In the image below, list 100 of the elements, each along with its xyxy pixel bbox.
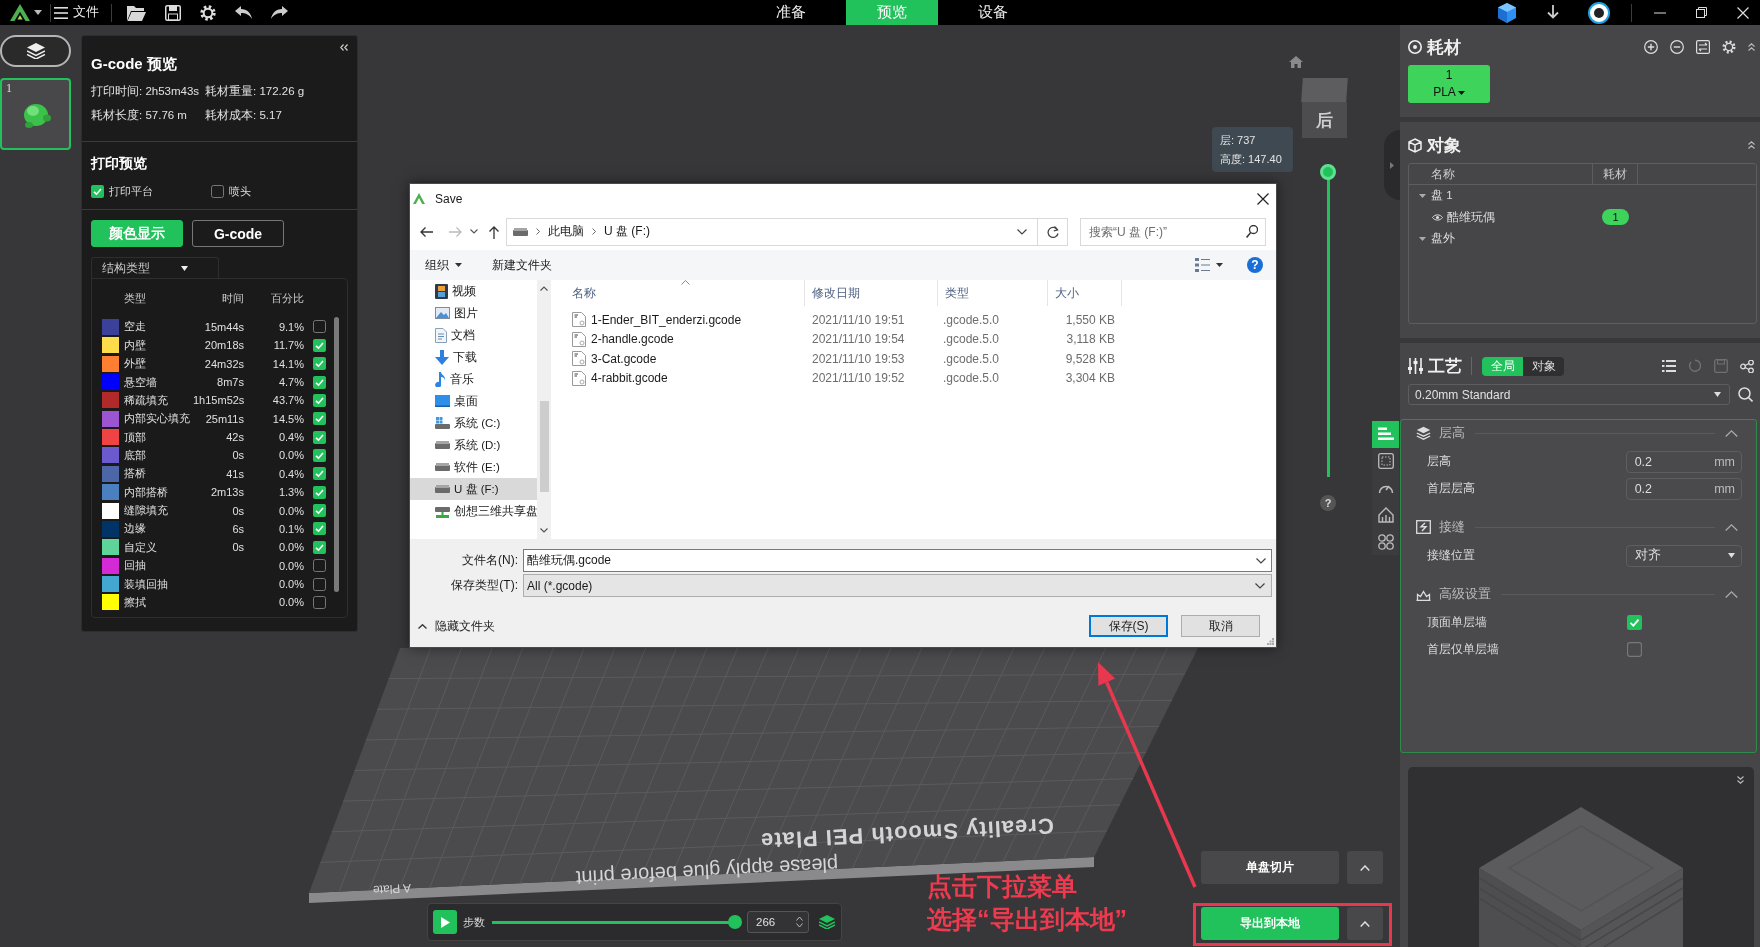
checkbox[interactable] xyxy=(91,184,104,198)
caret-icon[interactable] xyxy=(1216,263,1223,267)
column-header[interactable]: 修改日期 xyxy=(805,280,938,306)
app-logo-icon[interactable] xyxy=(10,4,30,21)
settings-icon[interactable] xyxy=(1722,40,1736,54)
double-chevron-down-icon[interactable] xyxy=(1737,776,1744,784)
file-type-dropdown[interactable]: All (*.gcode) xyxy=(523,574,1272,597)
panel-collapse-handle[interactable] xyxy=(1384,130,1400,200)
file-name[interactable]: 2-handle.gcode xyxy=(591,332,674,347)
nav-item[interactable]: 音乐 xyxy=(410,368,537,390)
checkbox[interactable] xyxy=(313,449,326,462)
chevron-up-icon[interactable] xyxy=(1725,429,1738,437)
checkbox[interactable] xyxy=(1627,615,1642,630)
file-name[interactable]: 1-Ender_BIT_enderzi.gcode xyxy=(591,312,742,327)
double-chevron-up-icon[interactable] xyxy=(1748,141,1755,149)
nav-item[interactable]: U 盘 (F:) xyxy=(410,478,537,500)
slider-handle[interactable] xyxy=(728,915,742,929)
breadcrumb-item[interactable]: 此电脑 xyxy=(548,223,584,240)
save-button[interactable]: 保存(S) xyxy=(1089,615,1168,637)
checkbox[interactable] xyxy=(313,467,326,481)
layers-button[interactable] xyxy=(0,35,71,67)
checkbox[interactable] xyxy=(313,357,326,371)
slice-plate-button[interactable]: 单盘切片 xyxy=(1201,851,1339,884)
checkbox[interactable] xyxy=(313,375,326,389)
home-icon[interactable] xyxy=(1289,56,1303,68)
filament-slot-button[interactable]: 1 PLA xyxy=(1408,65,1490,103)
checkbox[interactable] xyxy=(313,485,326,499)
chevron-up-icon[interactable] xyxy=(1725,523,1738,531)
checkbox[interactable] xyxy=(313,540,326,554)
hide-folders-button[interactable]: 隐藏文件夹 xyxy=(418,617,495,635)
remove-icon[interactable] xyxy=(1670,40,1684,54)
nav-item[interactable]: 视频 xyxy=(410,280,537,302)
nav-item[interactable]: 系统 (D:) xyxy=(410,434,537,456)
dropdown-chevron-icon[interactable] xyxy=(1255,582,1265,589)
checkbox[interactable] xyxy=(313,504,326,518)
column-header[interactable]: 大小 xyxy=(1048,280,1122,306)
tree-item[interactable]: 盘外 xyxy=(1409,231,1593,247)
help-button[interactable]: ? xyxy=(1247,257,1263,273)
address-bar[interactable]: 此电脑 U 盘 (F:) xyxy=(506,217,1068,246)
search-icon[interactable] xyxy=(1738,387,1753,402)
list-icon[interactable] xyxy=(1662,360,1676,372)
checkbox[interactable] xyxy=(313,595,326,609)
resize-grip-icon[interactable] xyxy=(1267,638,1274,645)
scope-tab[interactable]: 对象 xyxy=(1523,356,1564,376)
swap-icon[interactable] xyxy=(1696,40,1710,54)
column-header[interactable]: 名称 xyxy=(551,280,805,306)
caret-icon[interactable] xyxy=(34,10,42,15)
scrollbar[interactable] xyxy=(334,317,339,592)
redo-icon[interactable] xyxy=(271,6,288,19)
column-header[interactable]: 类型 xyxy=(938,280,1048,306)
checkbox[interactable] xyxy=(211,184,224,198)
tree-item[interactable]: 酷维玩偶 xyxy=(1409,209,1593,225)
double-chevron-up-icon[interactable] xyxy=(1748,43,1755,51)
minimize-icon[interactable] xyxy=(1654,11,1666,14)
preset-dropdown[interactable]: 0.20mm Standard xyxy=(1408,384,1730,405)
mode-tab[interactable]: 准备 xyxy=(745,0,837,25)
download-icon[interactable] xyxy=(1547,5,1559,20)
checkbox[interactable] xyxy=(313,338,326,352)
caret-icon[interactable] xyxy=(470,229,478,234)
step-number-field[interactable]: 266 xyxy=(747,911,809,933)
avatar-icon[interactable] xyxy=(1588,1,1610,24)
toolbar-button[interactable]: 新建文件夹 xyxy=(492,256,552,274)
file-name-field[interactable]: 酷维玩偶.gcode xyxy=(523,549,1272,572)
checkbox[interactable] xyxy=(313,320,326,334)
checkbox[interactable] xyxy=(313,522,326,536)
tree-item[interactable]: 盘 1 xyxy=(1409,188,1593,204)
view-mode-button[interactable]: G-code xyxy=(192,220,284,247)
search-field[interactable]: 搜索“U 盘 (F:)” xyxy=(1080,217,1266,246)
checkbox[interactable] xyxy=(1627,642,1642,657)
slider-handle[interactable] xyxy=(1320,164,1336,180)
column-header[interactable]: 耗材 xyxy=(1593,164,1638,184)
refresh-icon[interactable] xyxy=(1046,225,1059,238)
file-name[interactable]: 4-rabbit.gcode xyxy=(591,371,668,386)
nav-item[interactable]: 桌面 xyxy=(410,390,537,412)
chevron-up-icon[interactable] xyxy=(1725,590,1738,598)
dropdown-chevron-icon[interactable] xyxy=(1017,228,1027,235)
checkbox[interactable] xyxy=(313,577,326,591)
up-arrow-icon[interactable] xyxy=(488,224,500,239)
mode-tab[interactable]: 设备 xyxy=(947,0,1039,25)
undo-icon[interactable] xyxy=(235,6,252,19)
checkbox[interactable] xyxy=(313,393,326,407)
number-input[interactable]: 0.2 mm xyxy=(1625,477,1742,500)
play-button[interactable] xyxy=(433,910,457,934)
scrollbar-thumb[interactable] xyxy=(539,401,549,492)
breadcrumb-item[interactable]: U 盘 (F:) xyxy=(604,223,650,240)
nav-item[interactable]: 下载 xyxy=(410,346,537,368)
layers-icon[interactable] xyxy=(819,915,835,929)
checkbox[interactable] xyxy=(313,412,326,426)
restore-icon[interactable] xyxy=(1696,7,1707,18)
checkbox[interactable] xyxy=(313,559,326,573)
file-name[interactable]: 3-Cat.gcode xyxy=(591,351,657,366)
nav-item[interactable]: 文档 xyxy=(410,324,537,346)
folder-icon[interactable] xyxy=(127,4,146,21)
share-icon[interactable] xyxy=(1740,359,1754,373)
double-chevron-left-icon[interactable] xyxy=(340,44,348,51)
eye-icon[interactable] xyxy=(1432,213,1443,221)
nav-item[interactable]: 图片 xyxy=(410,302,537,324)
nav-item[interactable]: 系统 (C:) xyxy=(410,412,537,434)
checkbox[interactable] xyxy=(313,430,326,444)
view-options-icon[interactable] xyxy=(1195,258,1210,272)
